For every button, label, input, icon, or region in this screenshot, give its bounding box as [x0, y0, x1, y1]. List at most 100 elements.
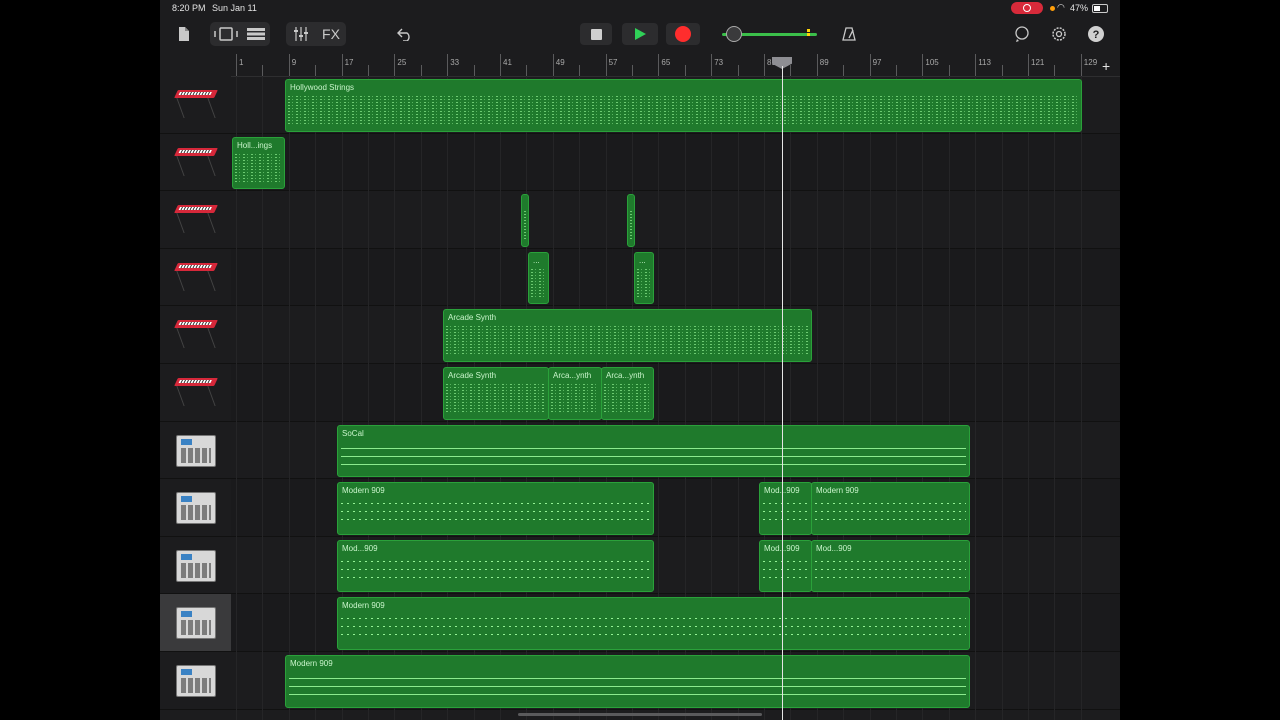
track-header-5[interactable]: [160, 306, 231, 364]
battery-icon: [1092, 4, 1108, 13]
region[interactable]: Mod...909: [337, 539, 654, 593]
ruler-minor-tick: [737, 65, 739, 76]
region-name: Modern 909: [290, 659, 333, 668]
track-header-10[interactable]: [160, 594, 231, 652]
track-header-11[interactable]: [160, 652, 231, 710]
ruler-minor-tick: [896, 65, 897, 76]
ruler-minor-tick: [843, 65, 845, 76]
drum-machine-instrument-icon: [176, 665, 216, 697]
region[interactable]: Mod...909: [759, 539, 812, 593]
drum-hits: [341, 560, 650, 562]
track-header-3[interactable]: [160, 191, 231, 249]
ruler-bar-label: 57: [608, 58, 618, 67]
drum-hits: [341, 626, 966, 628]
track-lane-4[interactable]: [231, 248, 1120, 307]
ruler-bar-label: 49: [555, 58, 565, 67]
midi-notes: [446, 326, 809, 355]
fx-button[interactable]: FX: [317, 25, 345, 43]
region[interactable]: ...: [528, 251, 549, 305]
pattern-line: [289, 686, 966, 687]
region[interactable]: Arcade Synth: [443, 309, 812, 362]
region[interactable]: Mod...909: [811, 539, 970, 593]
control-bar: FX ?: [160, 16, 1120, 54]
region-name: ...: [639, 255, 646, 265]
region[interactable]: Modern 909: [285, 655, 970, 708]
grid-line: [1054, 76, 1056, 720]
ruler-tick: [658, 54, 660, 76]
undo-icon[interactable]: [395, 25, 415, 43]
track-header-2[interactable]: [160, 133, 231, 192]
tracks-view-icon[interactable]: [243, 25, 269, 43]
ruler-tick: [816, 54, 818, 76]
track-header-9[interactable]: [160, 536, 231, 595]
track-header-7[interactable]: [160, 421, 231, 480]
track-lane-2[interactable]: [231, 133, 1120, 192]
track-lane-6[interactable]: [231, 364, 1120, 422]
play-button[interactable]: [622, 23, 658, 45]
region[interactable]: [521, 194, 529, 247]
region-name: Mod...909: [342, 543, 378, 553]
ruler-minor-tick: [948, 65, 950, 76]
help-icon[interactable]: ?: [1087, 25, 1105, 43]
region[interactable]: ...: [634, 251, 654, 305]
region[interactable]: Modern 909: [811, 482, 970, 535]
region[interactable]: Hollywood Strings: [285, 79, 1082, 132]
stop-button[interactable]: [580, 23, 612, 45]
garageband-screen: 8:20 PM Sun Jan 11 ◠ 47% FX ? 1 9 17 25 …: [160, 0, 1120, 720]
ruler-minor-tick: [790, 65, 792, 76]
ruler-minor-tick: [473, 65, 475, 76]
timeline-ruler[interactable]: 1 9 17 25 33 41 49 57 65 73 81 89 97 105 113 121 129: [231, 54, 1120, 77]
midi-notes: [446, 384, 546, 413]
grid-line: [1080, 76, 1082, 720]
track-header-8[interactable]: [160, 479, 231, 537]
region-name: Modern 909: [342, 486, 385, 496]
region[interactable]: Arca...ynth: [601, 367, 654, 420]
drum-hits: [341, 511, 650, 513]
keyboard-instrument-icon: [174, 88, 218, 118]
track-lane-3[interactable]: [231, 191, 1120, 249]
region-name: Arca...ynth: [553, 371, 592, 380]
grid-line: [315, 76, 317, 720]
track-header-6[interactable]: [160, 364, 231, 422]
pattern-line: [341, 447, 966, 449]
loop-icon[interactable]: [1013, 25, 1031, 43]
ruler-tick: [1028, 54, 1029, 76]
grid-line: [288, 76, 290, 720]
grid-line: [1028, 76, 1029, 720]
drum-hits: [815, 568, 966, 570]
region[interactable]: Modern 909: [337, 482, 654, 535]
ruler-tick: [1080, 54, 1082, 76]
region[interactable]: Modern 909: [337, 597, 970, 650]
region[interactable]: Arcade Synth: [443, 367, 549, 420]
pattern-line: [289, 694, 966, 695]
region[interactable]: SoCal: [337, 424, 970, 478]
document-icon[interactable]: [176, 24, 192, 44]
region[interactable]: Mod...909: [759, 482, 812, 535]
region[interactable]: [627, 194, 635, 247]
ruler-tick: [394, 54, 396, 76]
keyboard-instrument-icon: [174, 376, 218, 406]
battery-percentage: 47%: [1070, 3, 1089, 13]
record-button[interactable]: [666, 23, 700, 45]
track-header-1[interactable]: [160, 76, 231, 134]
settings-icon[interactable]: [1050, 25, 1068, 43]
drum-hits: [763, 511, 808, 513]
browser-view-icon[interactable]: [212, 25, 240, 43]
mixer-icon[interactable]: [290, 25, 312, 43]
track-header-4[interactable]: [160, 248, 231, 307]
region[interactable]: Holl...ings: [232, 136, 285, 190]
drum-hits: [341, 634, 966, 636]
ruler-minor-tick: [262, 65, 264, 76]
metronome-icon[interactable]: [840, 25, 858, 43]
region[interactable]: Arca...ynth: [548, 367, 602, 420]
add-section-button[interactable]: +: [1102, 58, 1110, 74]
region-name: Holl...ings: [237, 140, 273, 150]
mic-indicator-icon: [1050, 6, 1055, 11]
drum-machine-instrument-icon: [176, 607, 216, 640]
ruler-bar-label: 89: [819, 58, 829, 67]
midi-notes: [235, 153, 282, 183]
volume-knob[interactable]: [726, 26, 742, 42]
screen-recording-icon: [1011, 2, 1043, 14]
drum-hits: [763, 568, 808, 570]
scroll-indicator: [518, 713, 762, 716]
